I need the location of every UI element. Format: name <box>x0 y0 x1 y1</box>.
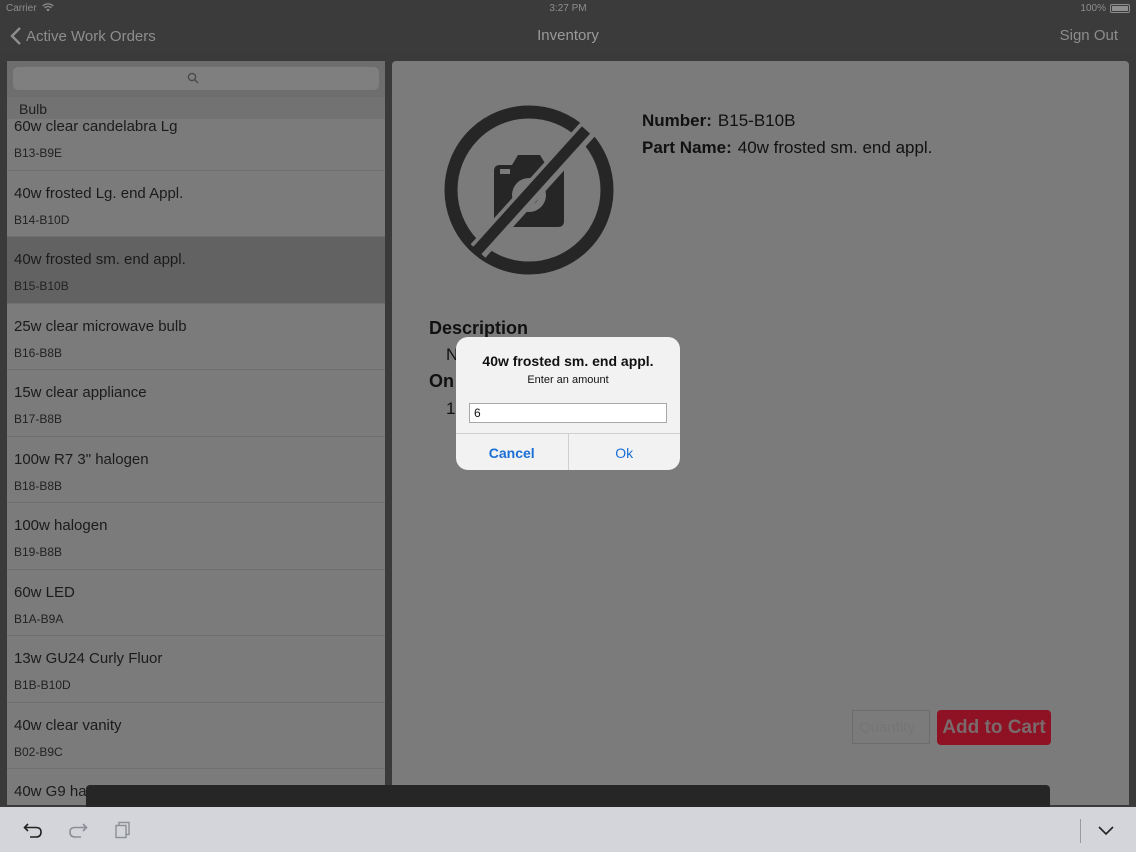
list-item-selected[interactable]: 40w frosted sm. end appl. B15-B10B <box>7 237 385 304</box>
part-name-line: Part Name: 40w frosted sm. end appl. <box>642 138 932 158</box>
part-name-label: Part Name: <box>642 138 732 157</box>
item-name: 100w halogen <box>14 517 108 534</box>
item-name: 60w clear candelabra Lg <box>14 118 178 135</box>
search-icon <box>187 72 199 84</box>
list-item[interactable]: 100w halogen B19-B8B <box>7 503 385 570</box>
item-code: B13-B9E <box>14 146 63 160</box>
item-name: 60w LED <box>14 583 75 601</box>
item-name: 40w frosted Lg. end Appl. <box>14 184 184 202</box>
list-item[interactable]: 15w clear appliance B17-B8B <box>7 370 385 437</box>
item-name: 100w R7 3" halogen <box>14 450 149 468</box>
item-code: B1A-B9A <box>14 611 64 626</box>
redo-icon[interactable] <box>68 821 88 839</box>
item-code: B17-B8B <box>14 412 63 426</box>
search-bar <box>7 61 385 97</box>
enter-amount-dialog: 40w frosted sm. end appl. Enter an amoun… <box>456 337 680 470</box>
inventory-list[interactable]: 60w clear candelabra Lg B13-B9E 40w fros… <box>7 104 385 805</box>
on-hand-heading: On <box>429 371 454 391</box>
description-heading: Description <box>429 318 529 338</box>
on-hand-value: 1 <box>446 399 456 418</box>
no-photo-icon <box>444 105 614 275</box>
amount-input[interactable] <box>469 403 667 423</box>
list-item[interactable]: 60w LED B1A-B9A <box>7 570 385 636</box>
keyboard-shortcut-bar <box>0 807 1136 852</box>
undo-icon[interactable] <box>23 821 43 839</box>
dialog-buttons: Cancel Ok <box>456 433 680 470</box>
section-header: Bulb <box>7 97 385 119</box>
item-name: 25w clear microwave bulb <box>14 317 187 335</box>
chevron-down-icon[interactable] <box>1096 821 1116 839</box>
item-code: B14-B10D <box>14 212 70 227</box>
item-code: B16-B8B <box>14 345 63 360</box>
item-code: B18-B8B <box>14 478 63 493</box>
toolbar-divider <box>1080 819 1081 843</box>
ok-button[interactable]: Ok <box>569 434 681 470</box>
dialog-message: Enter an amount <box>527 374 609 386</box>
part-number-line: Number: B15-B10B <box>642 111 795 131</box>
list-item[interactable]: 40w frosted Lg. end Appl. B14-B10D <box>7 171 385 237</box>
inventory-list-panel: 60w clear candelabra Lg B13-B9E 40w fros… <box>7 61 385 805</box>
quantity-input[interactable] <box>852 710 930 744</box>
item-code: B15-B10B <box>14 279 69 293</box>
sign-out-button[interactable]: Sign Out <box>1060 27 1118 44</box>
item-name: 40w frosted sm. end appl. <box>14 251 186 268</box>
cancel-button[interactable]: Cancel <box>456 434 569 470</box>
battery-icon <box>1110 4 1130 13</box>
paste-icon[interactable] <box>113 821 133 839</box>
clock: 3:27 PM <box>549 3 587 14</box>
item-name: 40w clear vanity <box>14 716 122 734</box>
item-code: B02-B9C <box>14 744 63 759</box>
item-code: B19-B8B <box>14 545 63 559</box>
list-item[interactable]: 40w clear vanity B02-B9C <box>7 703 385 769</box>
item-code: B1B-B10D <box>14 678 71 692</box>
part-number: B15-B10B <box>717 111 796 130</box>
list-item[interactable]: 100w R7 3" halogen B18-B8B <box>7 437 385 503</box>
number-label: Number: <box>642 111 712 130</box>
list-item[interactable]: 25w clear microwave bulb B16-B8B <box>7 304 385 370</box>
item-name: 15w clear appliance <box>14 384 147 401</box>
bottom-overlay-bar <box>86 785 1050 807</box>
part-name: 40w frosted sm. end appl. <box>737 138 933 157</box>
page-title: Inventory <box>537 27 599 44</box>
navigation-bar: Active Work Orders Inventory Sign Out <box>0 18 1136 54</box>
list-item[interactable]: 13w GU24 Curly Fluor B1B-B10D <box>7 636 385 703</box>
battery-percent: 100% <box>1080 3 1106 14</box>
dialog-title: 40w frosted sm. end appl. <box>482 353 654 369</box>
item-name: 13w GU24 Curly Fluor <box>14 650 163 667</box>
status-bar: Carrier 3:27 PM 100% <box>0 0 1136 18</box>
add-to-cart-button[interactable]: Add to Cart <box>937 710 1051 745</box>
